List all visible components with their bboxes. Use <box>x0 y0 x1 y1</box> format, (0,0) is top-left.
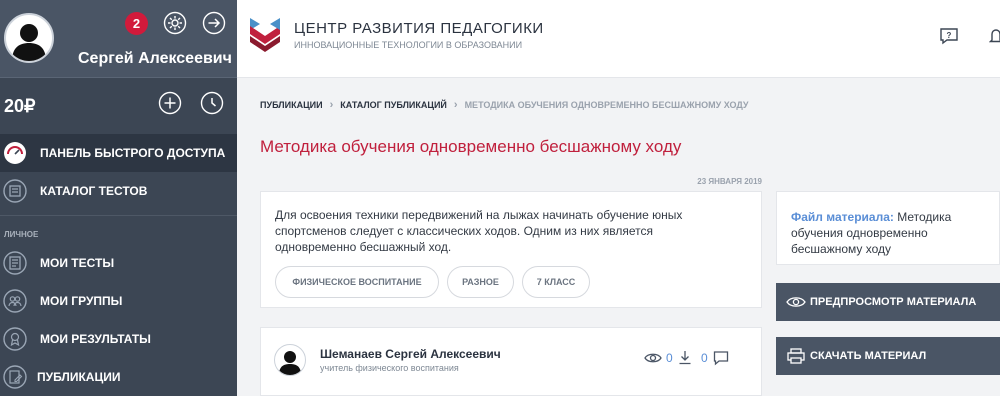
publications-edit-icon <box>3 365 27 389</box>
breadcrumb-link-catalog[interactable]: Каталог публикаций <box>340 100 447 110</box>
help-chat-icon[interactable]: ? <box>939 26 959 46</box>
user-panel: 2 Сергей Алексеевич <box>0 0 237 78</box>
tag-category[interactable]: Разное <box>447 266 514 298</box>
material-description: Для освоения техники передвижений на лыж… <box>275 208 683 254</box>
settings-gear-icon[interactable] <box>163 11 187 35</box>
breadcrumb-current: Методика обучения одновременно бесшажном… <box>464 100 749 110</box>
groups-people-icon <box>3 289 27 313</box>
tests-list-icon <box>3 251 27 275</box>
sidebar-item-test-catalog[interactable]: Каталог тестов <box>0 172 237 210</box>
results-medal-icon <box>3 327 27 351</box>
preview-eye-icon <box>786 297 806 307</box>
tag-grade[interactable]: 7 класс <box>522 266 590 298</box>
breadcrumb: Публикации › Каталог публикаций › Методика о… <box>260 99 749 111</box>
sidebar-item-label: Мои группы <box>40 294 123 308</box>
views-eye-icon <box>644 353 662 363</box>
sidebar-divider <box>0 215 237 216</box>
sidebar-item-label: Панель быстрого доступа <box>40 146 226 160</box>
history-clock-icon[interactable] <box>200 91 224 115</box>
views-count: 0 <box>666 351 673 365</box>
downloads-icon <box>679 351 691 365</box>
user-avatar[interactable] <box>4 13 54 63</box>
add-funds-plus-icon[interactable] <box>158 91 182 115</box>
breadcrumb-separator: › <box>329 99 334 111</box>
author-card: Шеманаев Сергей Алексеевич учитель физич… <box>260 327 762 396</box>
user-name[interactable]: Сергей Алексеевич <box>78 50 232 68</box>
sidebar-item-label: Мои результаты <box>40 332 151 346</box>
breadcrumb-separator: › <box>453 99 458 111</box>
file-info: Файл материала: Методика обучения одновр… <box>791 209 991 257</box>
sidebar-item-label: Каталог тестов <box>40 184 148 198</box>
sidebar-item-my-groups[interactable]: Мои группы <box>0 282 237 320</box>
catalog-icon <box>3 179 27 203</box>
sidebar: 2 Сергей Алексеевич 20₽ Панель быстрого … <box>0 0 237 396</box>
download-label: Скачать материал <box>810 350 927 362</box>
dashboard-gauge-icon <box>4 142 26 164</box>
notification-badge[interactable]: 2 <box>125 12 148 35</box>
file-label: Файл материала: <box>791 210 894 224</box>
svg-text:?: ? <box>947 31 952 40</box>
printer-icon <box>787 348 805 364</box>
downloads-count: 0 <box>701 351 708 365</box>
author-name[interactable]: Шеманаев Сергей Алексеевич <box>320 347 501 361</box>
description-card: Для освоения техники передвижений на лыж… <box>260 191 762 308</box>
sidebar-item-publications[interactable]: Публикации <box>0 358 237 396</box>
preview-material-button[interactable]: Предпросмотр материала <box>776 283 1000 321</box>
author-role: учитель физического воспитания <box>320 363 459 373</box>
breadcrumb-link-publications[interactable]: Публикации <box>260 100 323 110</box>
author-avatar[interactable] <box>274 344 306 376</box>
publication-date: 23 января 2019 <box>697 177 762 186</box>
balance-amount: 20₽ <box>4 96 36 116</box>
site-header: ЦЕНТР РАЗВИТИЯ ПЕДАГОГИКИ ИННОВАЦИОННЫЕ … <box>237 0 1000 78</box>
sidebar-item-quick-panel[interactable]: Панель быстрого доступа <box>0 134 237 172</box>
brand-logo-icon[interactable] <box>248 14 282 54</box>
page-title: Методика обучения одновременно бесшажном… <box>260 137 682 156</box>
brand-subtitle: ИННОВАЦИОННЫЕ ТЕХНОЛОГИИ В ОБРАЗОВАНИИ <box>294 40 523 50</box>
sidebar-item-label: Публикации <box>37 370 121 384</box>
author-silhouette-icon <box>279 351 301 375</box>
file-info-card: Файл материала: Методика обучения одновр… <box>776 191 1000 265</box>
sidebar-item-label: Мои тесты <box>40 256 115 270</box>
sidebar-item-my-results[interactable]: Мои результаты <box>0 320 237 358</box>
comments-icon[interactable] <box>713 350 729 366</box>
user-silhouette-icon <box>12 24 46 61</box>
tag-subject[interactable]: Физическое воспитание <box>275 266 439 298</box>
preview-label: Предпросмотр материала <box>810 296 977 308</box>
sidebar-section-label: Личное <box>4 230 39 239</box>
logout-arrow-icon[interactable] <box>202 11 226 35</box>
notifications-bell-icon[interactable] <box>989 26 1000 46</box>
brand-title[interactable]: ЦЕНТР РАЗВИТИЯ ПЕДАГОГИКИ <box>294 20 544 37</box>
download-material-button[interactable]: Скачать материал <box>776 337 1000 375</box>
sidebar-item-my-tests[interactable]: Мои тесты <box>0 244 237 282</box>
